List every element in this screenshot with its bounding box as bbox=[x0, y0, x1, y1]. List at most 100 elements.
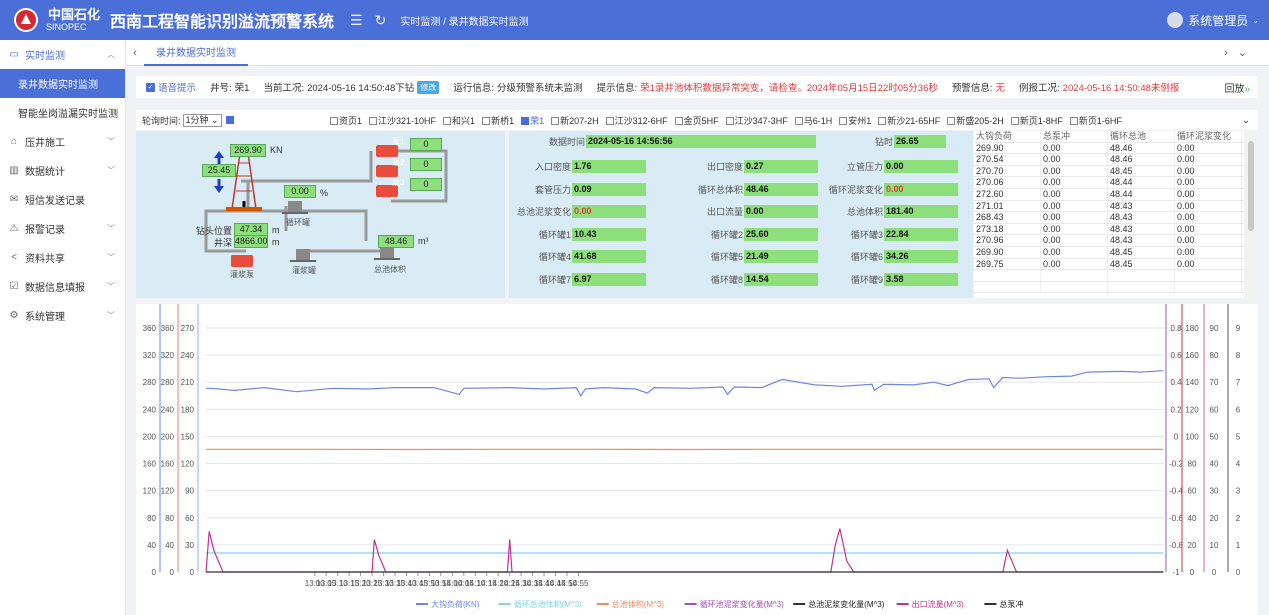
metric-value: 10.43 bbox=[572, 227, 646, 241]
metric-value: 181.40 bbox=[884, 205, 958, 218]
y-tick-label: 0.4 bbox=[1170, 378, 1182, 387]
scrollbar-thumb[interactable] bbox=[1248, 141, 1254, 231]
well-checkbox[interactable] bbox=[369, 116, 378, 125]
tab-scroll-left-icon[interactable]: ‹ bbox=[126, 47, 144, 59]
y-tick-label: 80 bbox=[165, 514, 174, 523]
well-option[interactable]: 马6-1H bbox=[794, 114, 832, 127]
well-checkbox[interactable] bbox=[674, 116, 683, 125]
table-cell bbox=[974, 270, 1041, 281]
well-option[interactable]: 新页1-6HF bbox=[1069, 114, 1122, 127]
tip-label: 提示信息: bbox=[596, 83, 638, 94]
edit-button[interactable]: 修改 bbox=[417, 80, 440, 94]
y-tick-label: 200 bbox=[161, 432, 175, 441]
y-tick-label: 180 bbox=[181, 405, 195, 414]
table-cell: 48.44 bbox=[1108, 188, 1175, 200]
y-tick-label: 10 bbox=[1210, 541, 1219, 550]
well-option[interactable]: 新桥1 bbox=[482, 114, 514, 127]
metric-item: 立管压力 0.00 bbox=[827, 160, 958, 173]
metric-label: 总池泥浆变化 bbox=[516, 207, 571, 217]
y-tick-label: -0.8 bbox=[1169, 541, 1183, 550]
well-option[interactable]: 江沙321-10HF bbox=[369, 114, 436, 127]
metric-item: 出口流量 0.00 bbox=[671, 205, 818, 218]
y-tick-label: 0 bbox=[1174, 432, 1179, 441]
user-menu[interactable]: 系统管理员 ⌄ bbox=[1167, 0, 1259, 40]
well-option[interactable]: 新盛205-2H bbox=[947, 114, 1004, 127]
tab-scroll-right-icon[interactable]: ›⌄ bbox=[1224, 46, 1257, 59]
y-tick-label: 60 bbox=[1210, 405, 1219, 414]
table-cell: 0.00 bbox=[1041, 246, 1108, 258]
well-checkbox[interactable] bbox=[725, 116, 734, 125]
metric-time: 数据时间 2024-05-16 14:56:56 bbox=[513, 135, 816, 148]
table-cell: 48.44 bbox=[1108, 177, 1175, 188]
well-option[interactable]: 新207-2H bbox=[551, 114, 599, 127]
sidebar-item-sms-records[interactable]: ✉ 短信发送记录 bbox=[0, 185, 125, 214]
well-checkbox[interactable] bbox=[443, 116, 452, 125]
table-cell: 0.00 bbox=[1041, 154, 1108, 165]
well-option[interactable]: 金页5HF bbox=[674, 114, 719, 127]
well-checkbox[interactable] bbox=[1010, 116, 1019, 125]
table-row: 269.90 0.00 48.46 0.00 bbox=[974, 142, 1258, 155]
logo-cn: 中国石化 bbox=[48, 7, 101, 22]
series-line bbox=[206, 370, 1164, 397]
metric-value: 22.84 bbox=[884, 227, 958, 241]
well-option[interactable]: 新沙21-65HF bbox=[878, 114, 940, 127]
table-cell: 0.00 bbox=[1175, 142, 1242, 154]
sidebar-item-data-entry[interactable]: ☑ 数据信息填报 ﹀ bbox=[0, 272, 125, 301]
well-option[interactable]: 和兴1 bbox=[443, 114, 475, 127]
sidebar-item-sharing[interactable]: < 资料共享 ﹀ bbox=[0, 243, 125, 272]
well-option[interactable]: 资页1 bbox=[330, 114, 362, 127]
column-header[interactable]: 总泵冲 bbox=[1041, 131, 1108, 142]
well-checkbox[interactable] bbox=[947, 116, 956, 125]
sidebar-subitem-logging-monitor[interactable]: 录井数据实时监测 bbox=[0, 69, 125, 98]
well-checkbox[interactable] bbox=[330, 116, 338, 125]
sidebar-subitem-overflow-monitor[interactable]: 智能坐岗溢漏实时监测 bbox=[0, 98, 125, 127]
column-header[interactable]: 循环总池 bbox=[1108, 131, 1175, 142]
well-option[interactable]: 江沙312-6HF bbox=[605, 114, 668, 127]
pump3-label: 泵3 bbox=[392, 178, 405, 187]
rig-diagram-svg bbox=[204, 145, 448, 267]
refresh-icon[interactable]: ↻ bbox=[375, 12, 387, 29]
well-option[interactable]: 江沙347-3HF bbox=[725, 114, 788, 127]
chevron-down-icon[interactable]: ⌄ bbox=[1242, 115, 1250, 126]
y-tick-label: 60 bbox=[185, 514, 194, 523]
tab-logging-monitor[interactable]: 录井数据实时监测 bbox=[144, 40, 248, 66]
y-tick-label: 30 bbox=[1210, 487, 1219, 496]
playback-label: 回放 bbox=[1224, 83, 1245, 95]
table-scrollbar[interactable] bbox=[1244, 131, 1258, 298]
menu-toggle-icon[interactable]: ☰ bbox=[350, 12, 363, 29]
sidebar-item-alarm-records[interactable]: ⚠ 报警记录 ﹀ bbox=[0, 214, 125, 243]
table-cell bbox=[974, 281, 1041, 293]
column-header[interactable]: 循环泥浆变化 bbox=[1175, 131, 1242, 142]
table-cell: 273.18 bbox=[974, 223, 1041, 235]
legend-label: 总池泥浆变化量(M^3) bbox=[808, 599, 885, 609]
well-checkbox[interactable] bbox=[521, 116, 530, 125]
column-header[interactable]: 大钩负荷 bbox=[974, 131, 1041, 142]
well-checkbox[interactable] bbox=[878, 116, 887, 125]
table-cell: 0.00 bbox=[1041, 223, 1108, 235]
voice-checkbox[interactable]: ✓ bbox=[146, 82, 155, 92]
well-checkbox[interactable] bbox=[605, 116, 614, 125]
metric-label: 循环罐7 bbox=[538, 274, 571, 285]
well-option[interactable]: 安州1 bbox=[839, 114, 871, 127]
playback-link[interactable]: 回放» bbox=[1224, 80, 1250, 95]
well-checkbox[interactable] bbox=[482, 116, 491, 125]
sidebar-item-realtime[interactable]: ▭ 实时监测 ︿ bbox=[0, 40, 125, 69]
well-checkbox[interactable] bbox=[1069, 116, 1078, 125]
metric-item: 循环泥浆变化 0.00 bbox=[827, 182, 958, 196]
logo-text: 中国石化 SINOPEC bbox=[46, 7, 101, 33]
table-cell: 0.00 bbox=[1175, 223, 1242, 235]
well-checkbox[interactable] bbox=[794, 116, 803, 125]
well-checkbox[interactable] bbox=[551, 116, 560, 125]
sidebar-item-well-kill[interactable]: ⌂ 压井施工 ﹀ bbox=[0, 127, 125, 156]
interval-checkbox[interactable] bbox=[225, 116, 234, 124]
y-tick-label: 120 bbox=[181, 460, 195, 469]
pit-volume-box: 48.46 bbox=[378, 235, 414, 248]
well-checkbox[interactable] bbox=[839, 116, 848, 125]
sidebar-item-system[interactable]: ⚙ 系统管理 ﹀ bbox=[0, 301, 125, 330]
well-option[interactable]: 荣1 bbox=[521, 114, 544, 127]
interval-select[interactable]: 1分钟 ⌄ bbox=[182, 113, 222, 127]
well-option[interactable]: 新页1-8HF bbox=[1010, 114, 1063, 127]
metric-label: 循环罐3 bbox=[850, 229, 883, 240]
y-tick-label: 0.8 bbox=[1170, 324, 1182, 333]
sidebar-item-statistics[interactable]: ▥ 数据统计 ﹀ bbox=[0, 156, 125, 185]
